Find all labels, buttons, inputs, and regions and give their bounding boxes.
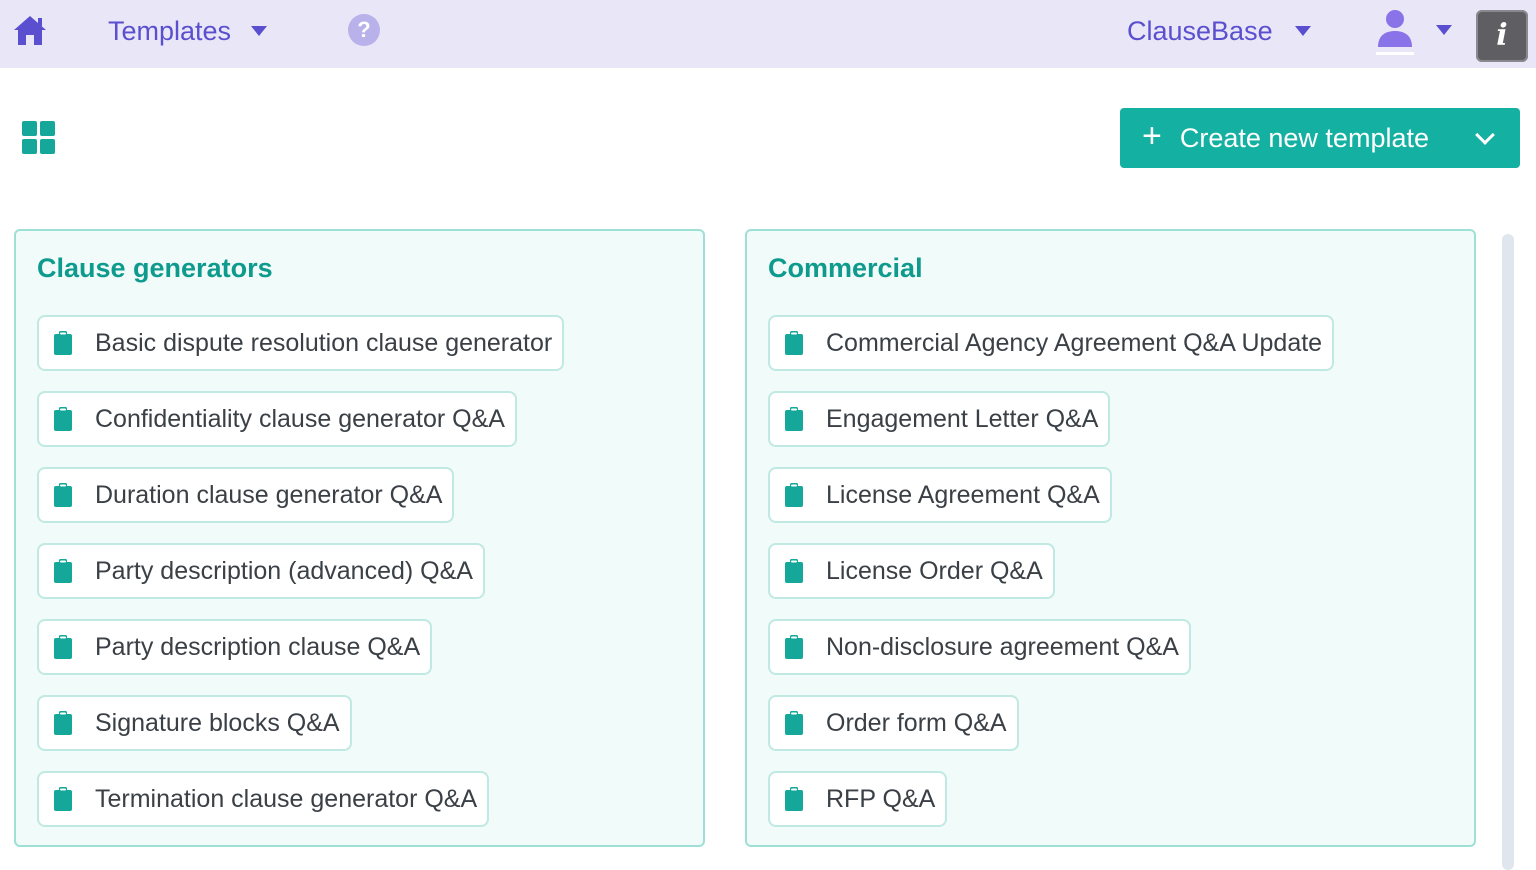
workspace-menu-label: ClauseBase xyxy=(1127,15,1273,46)
caret-down-icon xyxy=(1436,25,1452,35)
template-item[interactable]: Commercial Agency Agreement Q&A Update xyxy=(768,315,1335,371)
clipboard-icon xyxy=(53,559,73,583)
user-menu[interactable] xyxy=(1372,6,1452,55)
panel-clause-generators: Clause generators Basic dispute resoluti… xyxy=(14,229,705,847)
template-item[interactable]: Basic dispute resolution clause generato… xyxy=(37,315,565,371)
template-item-label: Confidentiality clause generator Q&A xyxy=(95,404,505,433)
panel-title: Clause generators xyxy=(37,253,273,283)
plus-icon: + xyxy=(1142,117,1162,155)
template-item[interactable]: License Order Q&A xyxy=(768,543,1055,599)
panel-title: Commercial xyxy=(768,253,923,283)
template-item-label: Non-disclosure agreement Q&A xyxy=(826,632,1179,661)
clipboard-icon xyxy=(784,407,804,431)
template-item-label: Commercial Agency Agreement Q&A Update xyxy=(826,328,1323,357)
panel-commercial: Commercial Commercial Agency Agreement Q… xyxy=(745,229,1476,847)
template-item[interactable]: Non-disclosure agreement Q&A xyxy=(768,619,1191,675)
question-circle-icon[interactable]: ? xyxy=(348,14,380,46)
create-new-template-button[interactable]: + Create new template xyxy=(1120,108,1520,168)
template-item[interactable]: RFP Q&A xyxy=(768,771,948,827)
clipboard-icon xyxy=(53,711,73,735)
template-item-label: Basic dispute resolution clause generato… xyxy=(95,328,553,357)
clipboard-icon xyxy=(53,331,73,355)
template-item[interactable]: Confidentiality clause generator Q&A xyxy=(37,391,517,447)
template-item-label: Termination clause generator Q&A xyxy=(95,784,478,813)
templates-menu[interactable]: Templates xyxy=(108,14,268,48)
template-item-label: Order form Q&A xyxy=(826,708,1007,737)
template-list: Basic dispute resolution clause generato… xyxy=(37,315,565,847)
clipboard-icon xyxy=(784,635,804,659)
template-item[interactable]: Signature blocks Q&A xyxy=(37,695,352,751)
template-item[interactable]: Party description (advanced) Q&A xyxy=(37,543,485,599)
caret-down-icon xyxy=(251,26,268,36)
clipboard-icon xyxy=(53,407,73,431)
template-item[interactable]: License Agreement Q&A xyxy=(768,467,1112,523)
template-item[interactable]: Termination clause generator Q&A xyxy=(37,771,490,827)
template-list: Commercial Agency Agreement Q&A Update E… xyxy=(768,315,1335,847)
template-item-label: License Order Q&A xyxy=(826,556,1043,585)
clipboard-icon xyxy=(53,635,73,659)
clipboard-icon xyxy=(784,787,804,811)
template-item-label: RFP Q&A xyxy=(826,784,936,813)
chevron-down-icon xyxy=(1475,125,1495,145)
template-item-label: License Agreement Q&A xyxy=(826,480,1100,509)
vertical-scrollbar[interactable] xyxy=(1502,234,1514,870)
template-item-label: Signature blocks Q&A xyxy=(95,708,340,737)
template-item-label: Engagement Letter Q&A xyxy=(826,404,1099,433)
grid-view-icon[interactable] xyxy=(22,121,55,154)
caret-down-icon xyxy=(1294,26,1311,36)
template-item-label: Party description clause Q&A xyxy=(95,632,421,661)
clipboard-icon xyxy=(784,559,804,583)
clipboard-icon xyxy=(53,787,73,811)
templates-menu-label: Templates xyxy=(108,15,232,46)
template-item[interactable]: Duration clause generator Q&A xyxy=(37,467,455,523)
home-icon[interactable] xyxy=(12,12,48,48)
create-new-template-label: Create new template xyxy=(1179,122,1429,153)
top-navigation-bar: Templates ? ClauseBase i xyxy=(0,0,1536,68)
clipboard-icon xyxy=(784,483,804,507)
workspace-menu[interactable]: ClauseBase xyxy=(1127,14,1311,48)
clipboard-icon xyxy=(53,483,73,507)
template-item-label: Duration clause generator Q&A xyxy=(95,480,443,509)
template-item-label: Party description (advanced) Q&A xyxy=(95,556,473,585)
info-icon[interactable]: i xyxy=(1476,10,1528,62)
clipboard-icon xyxy=(784,331,804,355)
template-item[interactable]: Party description clause Q&A xyxy=(37,619,433,675)
template-item[interactable]: Engagement Letter Q&A xyxy=(768,391,1111,447)
user-icon xyxy=(1372,7,1418,55)
clipboard-icon xyxy=(784,711,804,735)
template-item[interactable]: Order form Q&A xyxy=(768,695,1019,751)
